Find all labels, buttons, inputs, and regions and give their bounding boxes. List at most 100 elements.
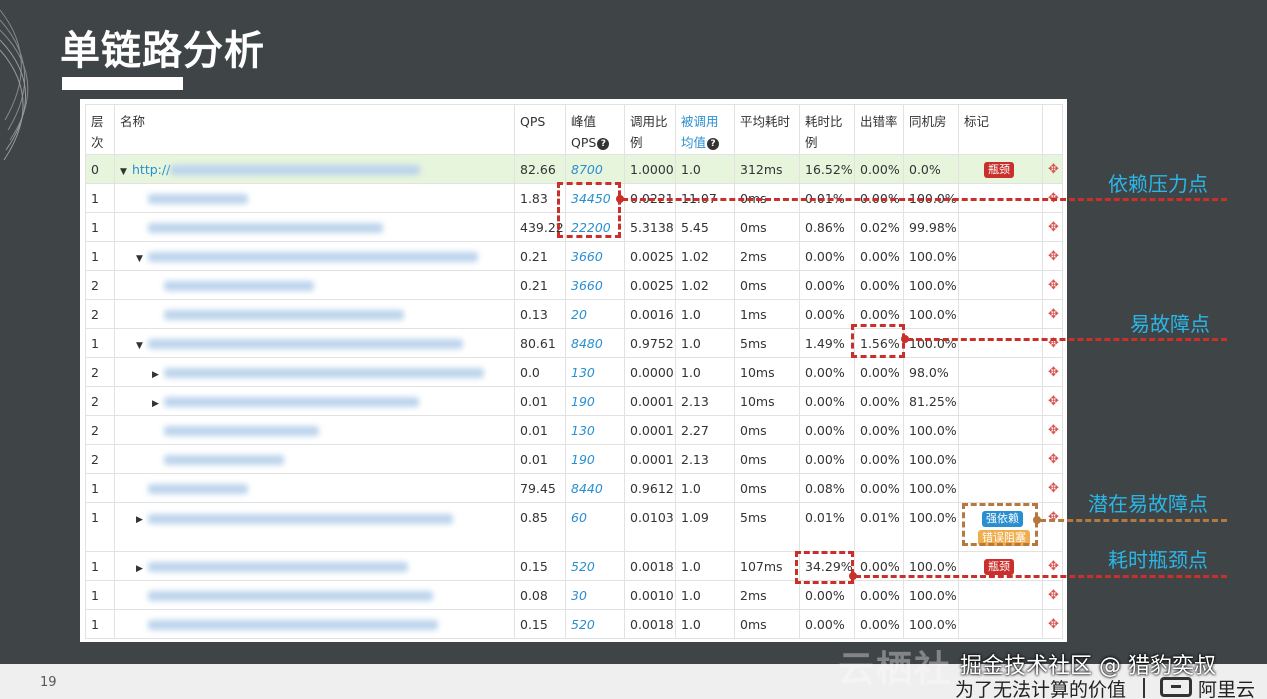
header-action bbox=[1042, 104, 1063, 155]
locate-icon[interactable]: ✥ bbox=[1042, 444, 1063, 474]
blurred-name bbox=[148, 620, 438, 630]
cell-call-ratio: 0.0001 bbox=[624, 415, 676, 445]
cell-qps: 79.45 bbox=[514, 473, 566, 503]
cell-peak-qps[interactable]: 8480 bbox=[565, 328, 625, 358]
cell-peak-qps[interactable]: 520 bbox=[565, 551, 625, 581]
locate-icon[interactable]: ✥ bbox=[1042, 299, 1063, 329]
table-row: 1 0.08 30 0.0010 1.0 2ms 0.00% 0.00% 100… bbox=[85, 580, 1063, 610]
expand-caret-icon[interactable]: ▶ bbox=[136, 515, 148, 525]
cell-peak-qps[interactable]: 30 bbox=[565, 580, 625, 610]
blurred-name bbox=[148, 339, 463, 349]
cell-error-rate: 0.00% bbox=[854, 415, 904, 445]
cell-name[interactable]: ▶ bbox=[114, 502, 515, 552]
row-link[interactable]: http:// bbox=[132, 162, 170, 177]
header-level: 层次 bbox=[85, 104, 115, 155]
cell-name[interactable]: ▼ http:// bbox=[114, 154, 515, 184]
blurred-name bbox=[164, 368, 484, 378]
blurred-name bbox=[148, 252, 478, 262]
cell-qps: 0.01 bbox=[514, 415, 566, 445]
locate-icon[interactable]: ✥ bbox=[1042, 386, 1063, 416]
cell-name[interactable] bbox=[114, 580, 515, 610]
collapse-caret-icon[interactable]: ▼ bbox=[136, 341, 148, 351]
expand-caret-icon[interactable]: ▶ bbox=[136, 564, 148, 574]
expand-caret-icon[interactable]: ▶ bbox=[152, 399, 164, 409]
cell-name[interactable] bbox=[114, 473, 515, 503]
header-mark: 标记 bbox=[958, 104, 1043, 155]
locate-icon[interactable]: ✥ bbox=[1042, 415, 1063, 445]
help-icon[interactable]: ? bbox=[707, 138, 720, 150]
potential-fault-connector bbox=[1040, 519, 1227, 522]
cell-call-ratio: 0.9612 bbox=[624, 473, 676, 503]
cell-mark bbox=[958, 270, 1043, 300]
cell-name[interactable] bbox=[114, 299, 515, 329]
cell-qps: 0.13 bbox=[514, 299, 566, 329]
cell-peak-qps[interactable]: 190 bbox=[565, 386, 625, 416]
locate-icon[interactable]: ✥ bbox=[1042, 580, 1063, 610]
cell-peak-qps[interactable]: 8700 bbox=[565, 154, 625, 184]
cell-peak-qps[interactable]: 60 bbox=[565, 502, 625, 552]
cell-name[interactable] bbox=[114, 270, 515, 300]
latency-bottleneck-connector bbox=[855, 575, 1227, 578]
cell-time-ratio: 0.00% bbox=[799, 241, 855, 271]
cell-mark bbox=[958, 444, 1043, 474]
cell-name[interactable]: ▶ bbox=[114, 357, 515, 387]
cell-level: 1 bbox=[85, 241, 115, 271]
cell-call-ratio: 1.0000 bbox=[624, 154, 676, 184]
expand-caret-icon[interactable]: ▶ bbox=[152, 370, 164, 380]
cell-name[interactable] bbox=[114, 415, 515, 445]
help-icon[interactable]: ? bbox=[597, 138, 610, 150]
cell-name[interactable] bbox=[114, 609, 515, 639]
cell-peak-qps[interactable]: 130 bbox=[565, 357, 625, 387]
cell-time-ratio: 16.52% bbox=[799, 154, 855, 184]
blurred-name bbox=[148, 513, 453, 524]
collapse-caret-icon[interactable]: ▼ bbox=[120, 167, 132, 177]
cell-error-rate: 0.01% bbox=[854, 502, 904, 552]
cell-time-ratio: 0.86% bbox=[799, 212, 855, 242]
cell-qps: 0.15 bbox=[514, 551, 566, 581]
cell-peak-qps[interactable]: 520 bbox=[565, 609, 625, 639]
cell-mark bbox=[958, 415, 1043, 445]
cell-peak-qps[interactable]: 3660 bbox=[565, 270, 625, 300]
cell-avg-time: 0ms bbox=[734, 212, 800, 242]
locate-icon[interactable]: ✥ bbox=[1042, 212, 1063, 242]
blurred-name bbox=[164, 426, 319, 436]
cell-error-rate: 0.00% bbox=[854, 386, 904, 416]
cell-name[interactable] bbox=[114, 444, 515, 474]
cell-call-ratio: 0.0025 bbox=[624, 270, 676, 300]
cell-peak-qps[interactable]: 3660 bbox=[565, 241, 625, 271]
cell-called-mean: 1.0 bbox=[675, 357, 735, 387]
pressure-point-highlight-box bbox=[557, 182, 621, 238]
locate-icon[interactable]: ✥ bbox=[1042, 270, 1063, 300]
header-peak-qps: 峰值QPS? bbox=[565, 104, 625, 155]
cell-time-ratio: 0.01% bbox=[799, 502, 855, 552]
locate-icon[interactable]: ✥ bbox=[1042, 473, 1063, 503]
cell-name[interactable]: ▼ bbox=[114, 328, 515, 358]
potential-fault-label: 潜在易故障点 bbox=[1088, 492, 1208, 516]
cell-name[interactable]: ▼ bbox=[114, 241, 515, 271]
locate-icon[interactable]: ✥ bbox=[1042, 154, 1063, 184]
link-analysis-table-panel: 层次 名称 QPS 峰值QPS? 调用比例 被调用均值? 平均耗时 耗时比例 出… bbox=[80, 99, 1067, 642]
cell-peak-qps[interactable]: 130 bbox=[565, 415, 625, 445]
aliyun-logo-text: 阿里云 bbox=[1198, 679, 1256, 699]
cell-name[interactable] bbox=[114, 183, 515, 213]
cell-name[interactable] bbox=[114, 212, 515, 242]
cell-qps: 0.01 bbox=[514, 386, 566, 416]
locate-icon[interactable]: ✥ bbox=[1042, 502, 1063, 552]
locate-icon[interactable]: ✥ bbox=[1042, 241, 1063, 271]
locate-icon[interactable]: ✥ bbox=[1042, 328, 1063, 358]
cell-name[interactable]: ▶ bbox=[114, 386, 515, 416]
cell-peak-qps[interactable]: 8440 bbox=[565, 473, 625, 503]
cell-peak-qps[interactable]: 20 bbox=[565, 299, 625, 329]
blurred-name bbox=[170, 165, 421, 175]
collapse-caret-icon[interactable]: ▼ bbox=[136, 254, 148, 264]
cell-error-rate: 0.00% bbox=[854, 357, 904, 387]
header-called-mean[interactable]: 被调用均值? bbox=[675, 104, 735, 155]
cell-qps: 0.08 bbox=[514, 580, 566, 610]
cell-time-ratio: 0.00% bbox=[799, 357, 855, 387]
locate-icon[interactable]: ✥ bbox=[1042, 609, 1063, 639]
locate-icon[interactable]: ✥ bbox=[1042, 357, 1063, 387]
cell-called-mean: 1.09 bbox=[675, 502, 735, 552]
cell-peak-qps[interactable]: 190 bbox=[565, 444, 625, 474]
cell-name[interactable]: ▶ bbox=[114, 551, 515, 581]
cell-call-ratio: 0.0016 bbox=[624, 299, 676, 329]
